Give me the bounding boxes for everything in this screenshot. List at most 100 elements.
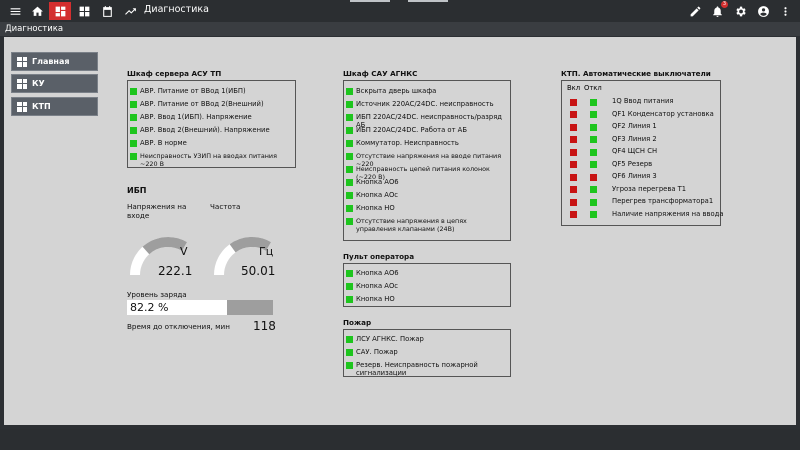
grid-icon[interactable] <box>73 2 95 20</box>
breaker-label: QF2 Линия 1 <box>612 122 657 130</box>
sub-header: Диагностика <box>0 22 800 36</box>
tab-indicator <box>350 0 390 2</box>
breaker-off-indicator <box>590 161 597 168</box>
status-indicator <box>346 87 353 95</box>
dashboard-icon <box>17 56 27 67</box>
breaker-label: Перегрев трансформатора1 <box>612 197 714 205</box>
breaker-on-indicator <box>570 98 577 106</box>
status-label: Кнопка НО <box>356 204 395 212</box>
status-label: Отсутствие напряжения в цепях управления… <box>356 217 467 233</box>
ktp-breaker-row: QF1 Конденсатор установка <box>562 110 720 120</box>
status-row: Отсутствие напряжения в цепях управления… <box>346 217 506 233</box>
top-app-bar: Диагностика 3 <box>0 0 800 22</box>
frequency-value: 50.01 <box>241 264 276 278</box>
status-row: Кнопка АОс <box>346 282 398 290</box>
bottom-bar <box>0 429 800 450</box>
ktp-breaker-row: Угроза перегрева Т1 <box>562 185 720 195</box>
breaker-off-indicator <box>590 98 597 106</box>
breaker-on-indicator <box>570 123 577 131</box>
calendar-icon[interactable] <box>96 2 118 20</box>
status-indicator <box>130 126 137 134</box>
dashboard-icon <box>17 101 27 112</box>
status-indicator <box>346 348 353 356</box>
bell-icon[interactable]: 3 <box>706 1 728 20</box>
panel-operator: Кнопка АО6 Кнопка АОс Кнопка НО <box>343 263 511 307</box>
status-row: САУ. Пожар <box>346 348 398 356</box>
edit-icon[interactable] <box>684 2 706 20</box>
status-indicator <box>346 217 353 225</box>
status-label: ЛСУ АГНКС. Пожар <box>356 335 424 343</box>
breaker-off-indicator <box>590 111 597 118</box>
panel-title-fire: Пожар <box>343 318 372 327</box>
nav-button-ku[interactable]: КУ <box>11 74 98 93</box>
breaker-off-indicator <box>590 186 597 193</box>
status-indicator <box>130 139 137 147</box>
trend-icon[interactable] <box>119 2 141 20</box>
breaker-label: QF1 Конденсатор установка <box>612 109 714 118</box>
nav-button-ktp[interactable]: КТП <box>11 97 98 116</box>
status-row: АВР. Ввод 1(ИБП). Напряжение <box>130 113 252 121</box>
tab-indicator <box>408 0 448 2</box>
status-row: АВР. Ввод 2(Внешний). Напряжение <box>130 126 270 134</box>
breaker-label: Наличие напряжения на ввода <box>612 209 724 218</box>
panel-title-ktp: КТП. Автоматические выключатели <box>561 69 711 78</box>
nav-label: КУ <box>32 79 45 88</box>
dashboard-icon[interactable] <box>49 2 71 20</box>
status-indicator <box>346 361 353 369</box>
breaker-label: 1Q Ввод питания <box>612 97 674 105</box>
ktp-breaker-row: QF4 ЩСН СН <box>562 147 720 157</box>
status-label: Вскрыта дверь шкафа <box>356 87 437 95</box>
status-indicator <box>130 113 137 121</box>
account-icon[interactable] <box>752 2 774 20</box>
panel-title-operator: Пульт оператора <box>343 252 415 261</box>
status-indicator <box>346 269 353 277</box>
panel-asu-tp: АВР. Питание от ВВод 1(ИБП) АВР. Питание… <box>127 80 296 168</box>
status-indicator <box>346 295 353 303</box>
breaker-off-indicator <box>590 136 597 143</box>
notification-badge: 3 <box>721 1 728 8</box>
main-content: Главная КУ КТП Шкаф сервера АСУ ТП АВР. … <box>4 37 796 425</box>
status-row: Резерв. Неисправность пожарной сигнализа… <box>346 361 506 377</box>
status-label: Кнопка НО <box>356 295 395 303</box>
status-indicator <box>130 100 137 108</box>
nav-button-main[interactable]: Главная <box>11 52 98 71</box>
panel-ktp: Вкл Откл 1Q Ввод питания QF1 Конденсатор … <box>561 80 724 226</box>
panel-title-asu-tp: Шкаф сервера АСУ ТП <box>127 69 222 78</box>
menu-icon[interactable] <box>4 2 26 20</box>
ktp-breaker-row: QF6 Линия 3 <box>562 172 720 182</box>
ktp-breaker-row: QF5 Резерв <box>562 160 720 170</box>
status-row: Коммутатор. Неисправность <box>346 139 459 147</box>
status-label: Кнопка АОс <box>356 282 399 290</box>
status-indicator <box>346 178 353 186</box>
column-header-on: Вкл <box>567 84 581 92</box>
breaker-off-indicator <box>590 173 597 181</box>
status-row: Кнопка НО <box>346 295 395 303</box>
home-icon[interactable] <box>26 2 48 20</box>
breaker-label: QF3 Линия 2 <box>612 134 657 143</box>
status-label: Коммутатор. Неисправность <box>356 139 459 147</box>
status-label: Кнопка АО6 <box>356 269 399 277</box>
frequency-label: Частота <box>210 202 241 211</box>
status-row: Кнопка АОс <box>346 191 398 199</box>
breaker-on-indicator <box>570 161 577 168</box>
status-label: Кнопка АОс <box>356 191 399 199</box>
status-indicator <box>346 335 353 343</box>
charge-value: 82.2 % <box>130 301 169 314</box>
status-row: Кнопка АО6 <box>346 269 399 277</box>
status-indicator <box>346 191 353 199</box>
breaker-label: Угроза перегрева Т1 <box>612 184 687 193</box>
more-vert-icon[interactable] <box>774 2 796 20</box>
panel-title-sau: Шкаф САУ АГНКС <box>343 69 418 78</box>
ktp-breaker-row: Наличие напряжения на ввода <box>562 210 724 220</box>
dashboard-icon <box>17 78 27 89</box>
column-header-off: Откл <box>584 84 602 92</box>
gear-icon[interactable] <box>729 2 751 20</box>
breaker-off-indicator <box>590 148 597 156</box>
breaker-on-indicator <box>570 136 577 143</box>
breaker-on-indicator <box>570 148 577 156</box>
status-row: Кнопка НО <box>346 204 395 212</box>
status-indicator <box>346 282 353 290</box>
status-label: АВР. Питание от ВВод 1(ИБП) <box>140 87 246 95</box>
status-row: Неисправность УЗИП на вводах питания ~22… <box>130 152 295 168</box>
sub-header-title: Диагностика <box>5 24 64 34</box>
